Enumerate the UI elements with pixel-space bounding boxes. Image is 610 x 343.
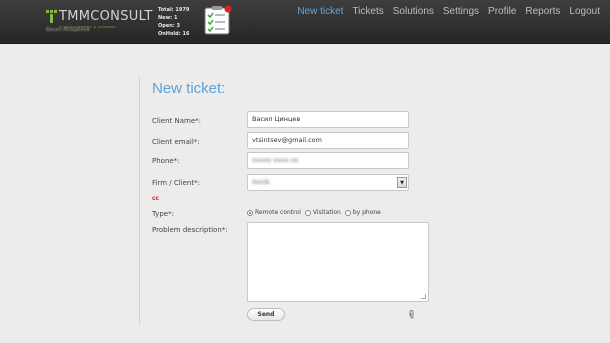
- radio-remote-control[interactable]: Remote control: [247, 209, 301, 216]
- stat-new[interactable]: New: 1: [158, 14, 189, 22]
- firm-client-label: Firm / Client*:: [152, 179, 200, 187]
- send-button[interactable]: Send: [247, 308, 285, 321]
- type-radio-group: Remote control Visitation by phone: [247, 209, 381, 216]
- problem-description-textarea[interactable]: [247, 222, 429, 302]
- brand-logo[interactable]: TMMCONSULT IT MANAGEMENT & SUPPORT: [46, 9, 154, 29]
- radio-icon[interactable]: [344, 209, 351, 216]
- client-name-input[interactable]: Васил Цинцев: [247, 111, 409, 128]
- resize-handle-icon[interactable]: [421, 294, 426, 299]
- paperclip-icon[interactable]: [409, 310, 414, 319]
- brand-name: TMMCONSULT: [59, 9, 153, 24]
- client-email-input[interactable]: vtsintsev@gmail.com: [247, 132, 409, 149]
- firm-client-select[interactable]: Sonik ▼: [247, 174, 409, 191]
- radio-icon[interactable]: [304, 209, 311, 216]
- client-name-label: Client Name*:: [152, 117, 201, 125]
- nav-profile[interactable]: Profile: [488, 6, 516, 17]
- client-email-label: Client email*:: [152, 138, 200, 146]
- user-name: Васил Младенов: [46, 27, 90, 33]
- nav-settings[interactable]: Settings: [443, 6, 479, 17]
- radio-by-phone[interactable]: by phone: [344, 209, 381, 216]
- phone-input[interactable]: xxxxx xxxx xx: [247, 152, 409, 169]
- nav-logout[interactable]: Logout: [569, 6, 600, 17]
- radio-visitation[interactable]: Visitation: [304, 209, 341, 216]
- problem-description-label: Problem description*:: [152, 226, 228, 234]
- type-label: Type*:: [152, 210, 174, 218]
- clipboard-checklist-icon[interactable]: [204, 5, 232, 35]
- firm-client-value: Sonik: [252, 178, 270, 186]
- page-title: New ticket:: [152, 80, 226, 97]
- main-nav: New ticket Tickets Solutions Settings Pr…: [288, 6, 600, 17]
- stat-onhold[interactable]: OnHold: 16: [158, 30, 189, 38]
- phone-label: Phone*:: [152, 157, 180, 165]
- stat-open[interactable]: Open: 3: [158, 22, 189, 30]
- top-navigation-bar: TMMCONSULT IT MANAGEMENT & SUPPORT Васил…: [0, 0, 610, 44]
- nav-new-ticket[interactable]: New ticket: [297, 6, 343, 17]
- dropdown-arrow-icon[interactable]: ▼: [397, 177, 407, 188]
- phone-value: xxxxx xxxx xx: [252, 156, 299, 164]
- cc-link[interactable]: cc: [152, 195, 159, 202]
- nav-solutions[interactable]: Solutions: [393, 6, 434, 17]
- logo-mark-icon: [46, 10, 57, 23]
- nav-reports[interactable]: Reports: [525, 6, 560, 17]
- nav-tickets[interactable]: Tickets: [352, 6, 383, 17]
- radio-selected-icon[interactable]: [247, 209, 253, 216]
- ticket-stats: Total: 1979 New: 1 Open: 3 OnHold: 16: [158, 6, 189, 38]
- stat-total[interactable]: Total: 1979: [158, 6, 189, 14]
